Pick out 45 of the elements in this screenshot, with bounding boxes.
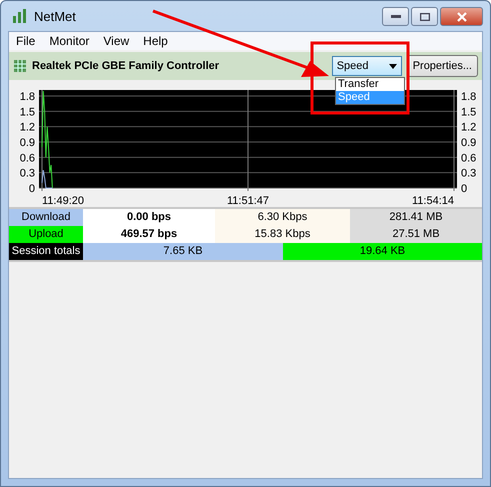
session-download: 7.65 KB xyxy=(83,243,283,260)
y-axis-label: 1.5 xyxy=(461,106,476,118)
time-label: 11:49:20 xyxy=(42,195,84,207)
session-upload: 19.64 KB xyxy=(283,243,482,260)
menu-item[interactable]: View xyxy=(96,34,136,48)
time-label: 11:54:14 xyxy=(412,195,454,207)
window-title: NetMet xyxy=(34,8,77,24)
current-rate: 0.00 bps xyxy=(83,209,215,226)
caret-icon xyxy=(388,64,397,68)
row-label: Session totals xyxy=(9,243,83,260)
maximize-icon xyxy=(420,12,430,20)
close-button[interactable] xyxy=(440,7,483,26)
current-rate: 469.57 bps xyxy=(83,226,215,243)
close-icon xyxy=(456,12,466,22)
y-axis-label: 1.2 xyxy=(461,122,476,134)
mode-dropdown[interactable]: Speed xyxy=(332,56,402,76)
total-amount: 281.41 MB xyxy=(350,209,482,226)
y-axis-label: 0.9 xyxy=(461,137,476,149)
y-axis-label: 0 xyxy=(28,183,35,195)
minimize-icon xyxy=(390,14,400,18)
y-axis-label: 0.3 xyxy=(461,168,476,180)
menu-item[interactable]: Monitor xyxy=(42,34,96,48)
y-axis-label: 0.3 xyxy=(20,168,35,180)
row-label: Upload xyxy=(9,226,83,243)
average-rate: 15.83 Kbps xyxy=(215,226,350,243)
y-axis-label: 1.8 xyxy=(461,91,476,103)
y-axis-label: 0.9 xyxy=(20,137,35,149)
menu-item[interactable]: File xyxy=(9,34,42,48)
menu-item[interactable]: Help xyxy=(136,34,175,48)
y-axis-label: 0.6 xyxy=(20,152,35,164)
network-card-icon xyxy=(13,59,27,73)
y-axis-label: 0.6 xyxy=(461,152,476,164)
y-axis-label: 1.8 xyxy=(20,91,35,103)
y-axis-label: 0 xyxy=(461,183,468,195)
bar-graph-icon xyxy=(12,8,28,24)
time-label: 11:51:47 xyxy=(227,195,269,207)
minimize-button[interactable] xyxy=(382,7,409,26)
total-amount: 27.51 MB xyxy=(350,226,482,243)
y-axis-label: 1.2 xyxy=(20,122,35,134)
adapter-name: Realtek PCIe GBE Family Controller xyxy=(32,60,220,72)
average-rate: 6.30 Kbps xyxy=(215,209,350,226)
y-axis-label: 1.5 xyxy=(20,106,35,118)
row-label: Download xyxy=(9,209,83,226)
properties-button[interactable]: Properties... xyxy=(406,55,478,77)
maximize-button[interactable] xyxy=(411,7,438,26)
